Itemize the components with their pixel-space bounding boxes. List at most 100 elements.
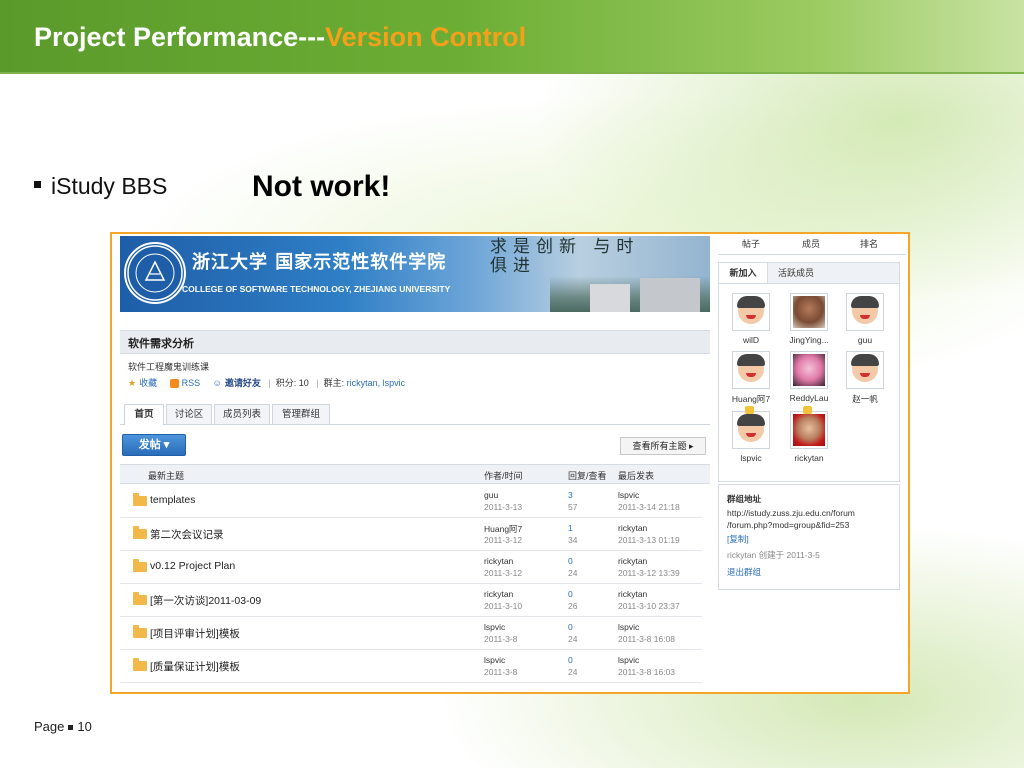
member-name[interactable]: rickytan: [781, 453, 837, 463]
table-row[interactable]: [质量保证计划]模板 lspvic 2011-3-8 0 24 lspvic 2…: [120, 649, 702, 683]
invite-friends-link[interactable]: 邀请好友: [225, 378, 261, 388]
member-card[interactable]: guu: [837, 293, 893, 345]
star-icon: ★: [128, 378, 137, 388]
photo-avatar-icon: [793, 354, 825, 386]
topic-title[interactable]: templates: [150, 494, 196, 506]
view-all-topics-button[interactable]: 查看所有主题 ▸: [620, 437, 706, 455]
member-card[interactable]: 赵一帆: [837, 351, 893, 405]
member-card[interactable]: lspvic: [723, 406, 779, 463]
group-address-title: 群组地址: [727, 494, 762, 504]
slide-title: Project Performance---Version Control: [34, 22, 526, 53]
avatar[interactable]: [790, 406, 828, 449]
topic-title[interactable]: [质量保证计划]模板: [150, 659, 240, 674]
table-row[interactable]: templates guu 2011-3-13 3 57 lspvic 2011…: [120, 484, 702, 518]
avatar[interactable]: [732, 293, 770, 331]
table-row[interactable]: 第二次会议记录 Huang阿7 2011-3-12 1 34 rickytan …: [120, 517, 702, 551]
topic-title[interactable]: [项目评审计划]模板: [150, 626, 240, 641]
favorite-link[interactable]: 收藏: [139, 378, 157, 388]
topic-replies: 3: [568, 490, 573, 500]
topic-replies: 0: [568, 655, 573, 665]
group-address-url[interactable]: http://istudy.zuss.zju.edu.cn/forum/foru…: [727, 507, 855, 531]
member-card[interactable]: rickytan: [781, 406, 837, 463]
last-post-time: 2011-3-8 16:03: [618, 667, 676, 677]
sidebar-top-tabs: 帖子 成员 排名: [718, 234, 906, 255]
table-row[interactable]: [第一次访谈]2011-03-09 rickytan 2011-3-10 0 2…: [120, 583, 702, 617]
footer-label: Page: [34, 719, 65, 734]
url-line[interactable]: /forum.php?mod=group&fid=253: [727, 520, 849, 530]
topic-views: 24: [568, 634, 578, 644]
last-post-time: 2011-3-13 01:19: [618, 535, 680, 545]
topic-replies: 1: [568, 523, 573, 533]
last-post-user[interactable]: rickytan: [618, 556, 647, 566]
tab-manage[interactable]: 管理群组: [272, 404, 330, 424]
member-name[interactable]: wilD: [723, 335, 779, 345]
member-card[interactable]: JingYing...: [781, 293, 837, 345]
tab-discussion[interactable]: 讨论区: [166, 404, 212, 424]
sidebar-tab-members[interactable]: 成员: [802, 237, 820, 250]
tab-members[interactable]: 成员列表: [214, 404, 270, 424]
member-card[interactable]: wilD: [723, 293, 779, 345]
last-post-user[interactable]: rickytan: [618, 523, 647, 533]
quit-group-link[interactable]: 退出群组: [727, 566, 761, 578]
member-name[interactable]: Huang阿7: [723, 393, 779, 405]
rss-link[interactable]: RSS: [182, 378, 201, 388]
member-tabs: 新加入 活跃成员: [719, 263, 899, 284]
avatar[interactable]: [790, 351, 828, 389]
folder-icon: [133, 493, 147, 506]
topic-title[interactable]: [第一次访谈]2011-03-09: [150, 593, 261, 608]
avatar[interactable]: [732, 351, 770, 389]
table-row[interactable]: [项目评审计划]模板 lspvic 2011-3-8 0 24 lspvic 2…: [120, 616, 702, 650]
title-accent: Version Control: [325, 22, 527, 52]
sidebar-tab-posts[interactable]: 帖子: [742, 237, 760, 250]
member-name[interactable]: 赵一帆: [837, 393, 893, 405]
topic-author[interactable]: rickytan: [484, 556, 513, 566]
topic-author[interactable]: rickytan: [484, 589, 513, 599]
topic-title[interactable]: 第二次会议记录: [150, 527, 224, 542]
owner-links[interactable]: rickytan, lspvic: [347, 378, 406, 388]
table-row[interactable]: v0.12 Project Plan rickytan 2011-3-12 0 …: [120, 550, 702, 584]
invite-icon: ☺: [212, 378, 222, 388]
group-creator: rickytan 创建于 2011-3-5: [727, 550, 820, 560]
last-post-user[interactable]: lspvic: [618, 622, 639, 632]
new-post-button[interactable]: 发帖 ▾: [122, 434, 186, 456]
note-text: Not work!: [252, 170, 391, 203]
member-name[interactable]: lspvic: [723, 453, 779, 463]
topic-author[interactable]: guu: [484, 490, 498, 500]
topic-views: 24: [568, 568, 578, 578]
folder-icon: [133, 592, 147, 605]
bullet-item: iStudy BBS: [34, 173, 167, 200]
topic-table-header: 最新主题 作者/时间 回复/查看 最后发表: [120, 464, 710, 484]
last-post-user[interactable]: rickytan: [618, 589, 647, 599]
topic-title[interactable]: v0.12 Project Plan: [150, 560, 235, 572]
tab-active-members[interactable]: 活跃成员: [769, 263, 823, 283]
tab-new-members[interactable]: 新加入: [719, 263, 768, 283]
banner-motto: 求是创新 与时俱进: [490, 237, 640, 276]
topic-author[interactable]: lspvic: [484, 622, 505, 632]
folder-icon: [133, 625, 147, 638]
topic-views: 57: [568, 502, 578, 512]
sidebar-tab-ranking[interactable]: 排名: [860, 237, 878, 250]
member-name[interactable]: guu: [837, 335, 893, 345]
topic-author[interactable]: lspvic: [484, 655, 505, 665]
avatar[interactable]: [790, 293, 828, 331]
member-card[interactable]: Huang阿7: [723, 351, 779, 405]
banner-en-title: COLLEGE OF SOFTWARE TECHNOLOGY, ZHEJIANG…: [182, 284, 451, 294]
member-card[interactable]: ReddyLau: [781, 351, 837, 403]
rss-icon: [169, 379, 179, 389]
tab-home[interactable]: 首页: [124, 404, 164, 425]
member-name[interactable]: ReddyLau: [781, 393, 837, 403]
last-post-user[interactable]: lspvic: [618, 490, 639, 500]
member-name[interactable]: JingYing...: [781, 335, 837, 345]
avatar[interactable]: [846, 293, 884, 331]
avatar[interactable]: [846, 351, 884, 389]
last-post-user[interactable]: lspvic: [618, 655, 639, 665]
avatar[interactable]: [732, 406, 770, 449]
page-number: 10: [77, 719, 92, 734]
topic-date: 2011-3-8: [484, 667, 518, 677]
copy-link[interactable]: [复制]: [727, 533, 749, 545]
topic-author[interactable]: Huang阿7: [484, 523, 522, 535]
crown-icon: [803, 406, 812, 414]
last-post-time: 2011-3-8 16:08: [618, 634, 676, 644]
url-line[interactable]: http://istudy.zuss.zju.edu.cn/forum: [727, 508, 855, 518]
cartoon-face-icon: [737, 414, 765, 442]
